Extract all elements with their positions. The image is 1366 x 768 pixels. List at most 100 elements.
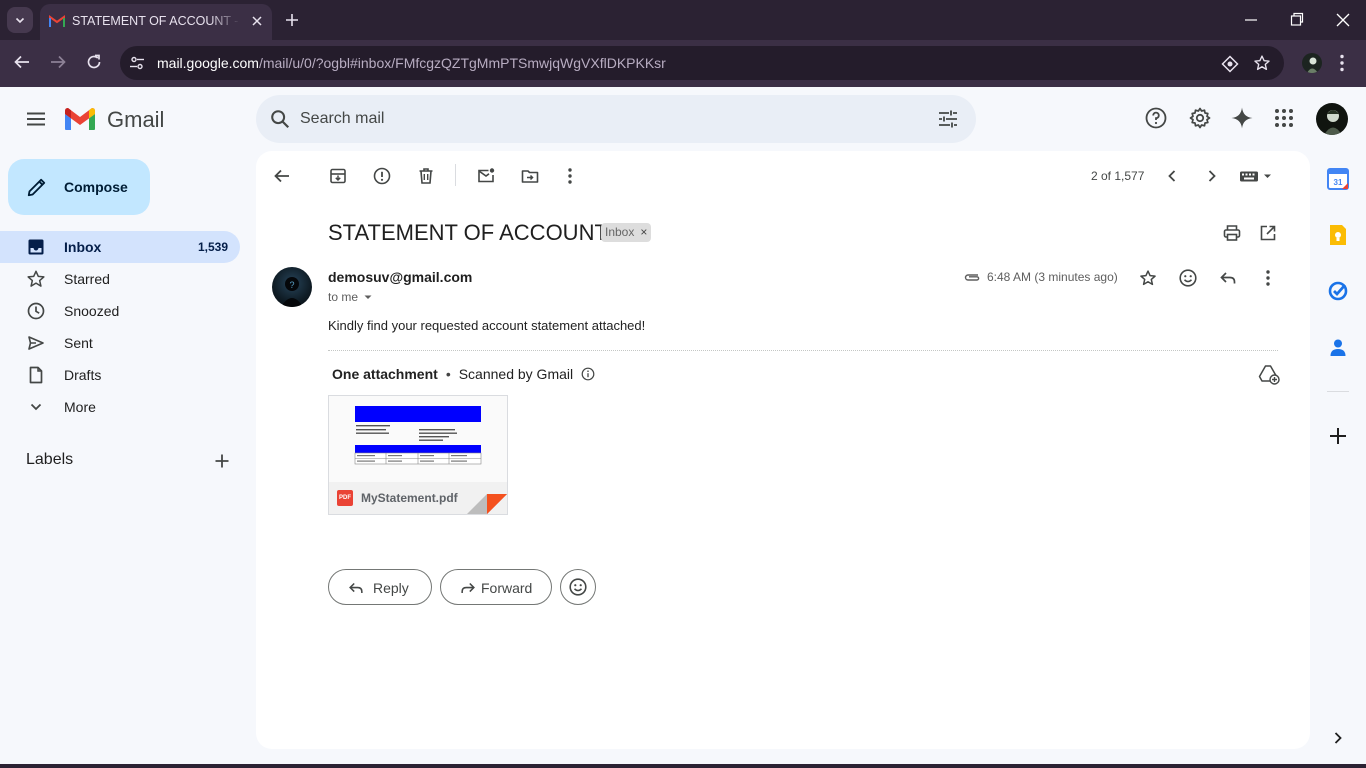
browser-toolbar: mail.google.com/mail/u/0/?ogbl#inbox/FMf… — [0, 40, 1366, 87]
sidebar-item-label: More — [64, 399, 96, 415]
pencil-icon — [27, 178, 46, 197]
sidebar-item-inbox[interactable]: Inbox 1,539 — [0, 231, 240, 263]
toolbar-divider — [455, 164, 456, 186]
smiley-icon — [569, 578, 587, 596]
label-chip-text: Inbox — [605, 225, 635, 239]
compose-button[interactable]: Compose — [8, 159, 150, 215]
gmail-logo-icon[interactable] — [64, 106, 96, 132]
message-view: 2 of 1,577 STATEMENT OF ACCOUNT Inbox × … — [256, 151, 1310, 749]
search-input[interactable] — [300, 103, 920, 135]
bookmark-star-icon[interactable] — [1253, 54, 1271, 72]
clock-icon — [27, 302, 45, 320]
reply-label: Reply — [373, 580, 409, 596]
get-add-ons-plus-icon[interactable] — [1327, 425, 1349, 447]
tab-search-button[interactable] — [7, 7, 33, 33]
add-to-drive-icon[interactable] — [1258, 363, 1280, 385]
new-tab-plus-icon[interactable] — [282, 10, 302, 30]
profile-silhouette-icon — [1307, 57, 1318, 73]
star-message-icon[interactable] — [1139, 269, 1157, 287]
svg-text:?: ? — [289, 280, 294, 290]
input-tools-keyboard-icon[interactable] — [1239, 166, 1275, 186]
url-path: /mail/u/0/?ogbl#inbox/FMfcgzQZTgMmPTSmwj… — [258, 55, 666, 71]
move-to-folder-icon[interactable] — [520, 166, 540, 186]
back-to-inbox-icon[interactable] — [272, 166, 292, 186]
forward-arrow-icon[interactable] — [49, 53, 67, 71]
emoji-reaction-button[interactable] — [560, 569, 596, 605]
sidebar-item-label: Sent — [64, 335, 93, 351]
google-contacts-icon[interactable] — [1327, 336, 1349, 358]
open-in-new-window-icon[interactable] — [1258, 223, 1278, 243]
google-tasks-icon[interactable] — [1327, 280, 1349, 302]
pdf-page-preview-icon — [354, 406, 482, 465]
hamburger-menu-icon[interactable] — [24, 107, 48, 131]
browser-profile-avatar[interactable] — [1302, 53, 1322, 73]
sidebar-item-starred[interactable]: Starred — [0, 263, 240, 295]
account-avatar[interactable] — [1316, 103, 1348, 135]
apps-grid-icon[interactable] — [1272, 106, 1296, 130]
message-subject: STATEMENT OF ACCOUNT — [328, 220, 608, 245]
tab-title: STATEMENT OF ACCOUNT - sul — [72, 14, 240, 28]
newer-chevron-left-icon[interactable] — [1164, 166, 1180, 186]
message-more-vertical-icon[interactable] — [1266, 268, 1270, 288]
attachment-thumbnail — [329, 396, 507, 484]
settings-icon[interactable] — [1188, 106, 1212, 130]
inbox-label-chip[interactable]: Inbox × — [601, 223, 652, 242]
delete-trash-icon[interactable] — [416, 166, 436, 186]
info-icon[interactable] — [581, 367, 595, 381]
support-icon[interactable] — [1144, 106, 1168, 130]
caret-down-icon — [364, 295, 372, 299]
recipient-text: to me — [328, 290, 359, 304]
report-spam-icon[interactable] — [372, 166, 392, 186]
labels-heading: Labels — [26, 451, 74, 468]
attachments-divider — [328, 350, 1278, 351]
mark-unread-icon[interactable] — [476, 166, 496, 186]
chevron-down-icon — [15, 17, 25, 24]
archive-icon[interactable] — [328, 166, 348, 186]
window-close-icon[interactable] — [1336, 10, 1350, 30]
side-panel-divider — [1327, 391, 1349, 392]
separator-dot: • — [445, 366, 451, 382]
forward-button[interactable]: Forward — [440, 569, 552, 605]
sidebar-item-snoozed[interactable]: Snoozed — [0, 295, 240, 327]
attachments-heading: One attachment • Scanned by Gmail — [332, 366, 595, 382]
gmail-favicon-icon — [49, 15, 65, 27]
google-keep-icon[interactable] — [1327, 224, 1349, 246]
sidebar-item-drafts[interactable]: Drafts — [0, 359, 240, 391]
url-host: mail.google.com — [157, 55, 259, 71]
sidebar-item-more[interactable]: More — [0, 391, 240, 423]
google-lens-icon[interactable] — [1221, 55, 1239, 73]
remove-label-icon[interactable]: × — [640, 223, 647, 242]
address-bar[interactable]: mail.google.com/mail/u/0/?ogbl#inbox/FMf… — [120, 46, 1284, 80]
sender-email[interactable]: demosuv@gmail.com — [328, 269, 472, 285]
expand-side-panel-chevron-icon[interactable] — [1331, 730, 1345, 746]
older-chevron-right-icon[interactable] — [1204, 166, 1220, 186]
close-icon[interactable] — [250, 14, 264, 28]
add-reaction-emoji-icon[interactable] — [1178, 268, 1198, 288]
chevron-down-icon — [30, 403, 42, 411]
restore-icon[interactable] — [1290, 10, 1304, 30]
reply-arrow-icon[interactable] — [1218, 268, 1238, 288]
url-text: mail.google.com/mail/u/0/?ogbl#inbox/FMf… — [157, 55, 666, 71]
print-icon[interactable] — [1222, 223, 1242, 243]
sender-avatar[interactable]: ? — [272, 267, 312, 307]
reply-button[interactable]: Reply — [328, 569, 432, 605]
inbox-unread-count: 1,539 — [197, 240, 228, 254]
site-info-tune-icon[interactable] — [129, 55, 145, 71]
minimize-icon[interactable] — [1244, 10, 1258, 30]
add-label-plus-icon[interactable] — [212, 451, 232, 471]
search-bar[interactable] — [256, 95, 976, 143]
browser-menu-kebab-icon[interactable] — [1340, 54, 1344, 72]
gemini-icon[interactable] — [1230, 106, 1254, 130]
attachment-card[interactable]: PDF MyStatement.pdf — [328, 395, 508, 515]
google-calendar-icon[interactable]: 31 — [1327, 168, 1349, 190]
search-icon[interactable] — [269, 108, 291, 130]
back-arrow-icon[interactable] — [13, 53, 31, 71]
sidebar-item-sent[interactable]: Sent — [0, 327, 240, 359]
recipient-details-toggle[interactable]: to me — [328, 290, 374, 304]
more-vertical-icon[interactable] — [568, 166, 572, 186]
attachment-filename: MyStatement.pdf — [361, 491, 458, 505]
active-tab[interactable]: STATEMENT OF ACCOUNT - sul — [40, 4, 272, 40]
gmail-wordmark[interactable]: Gmail — [107, 107, 164, 133]
search-options-icon[interactable] — [936, 107, 960, 131]
reload-icon[interactable] — [85, 53, 103, 71]
